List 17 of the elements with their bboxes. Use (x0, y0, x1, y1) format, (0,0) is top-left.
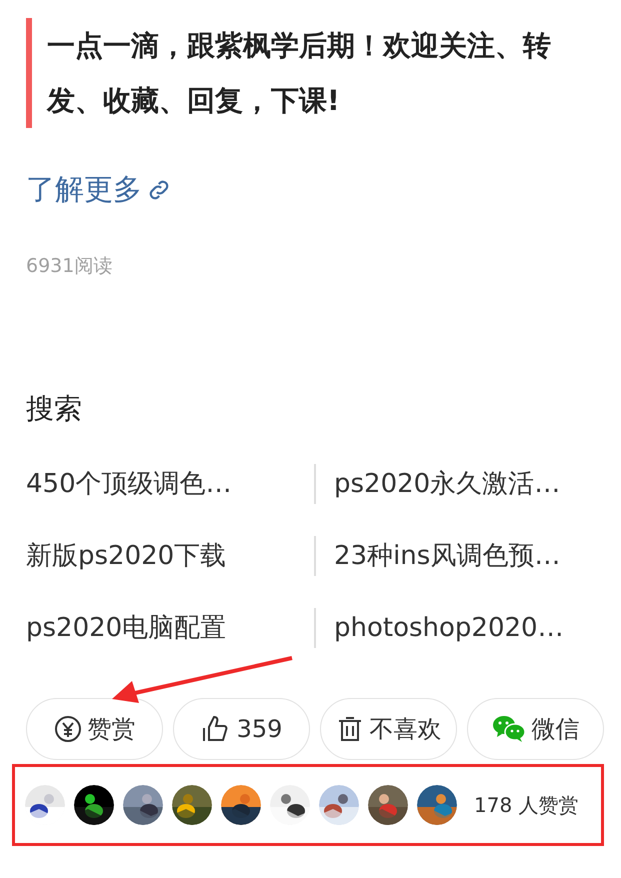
search-suggestion[interactable]: ps2020电脑配置 (26, 613, 226, 643)
search-suggestion[interactable]: 450个顶级调色… (26, 469, 232, 499)
dislike-button[interactable]: 不喜欢 (320, 698, 457, 760)
share-wechat-button[interactable]: 微信 (467, 698, 604, 760)
read-count: 6931阅读 (26, 254, 112, 278)
article-heading: 一点一滴，跟紫枫学后期！欢迎关注、转发、收藏、回复，下课! (26, 18, 596, 128)
yuan-icon (54, 715, 82, 743)
reward-button[interactable]: 赞赏 (26, 698, 163, 760)
search-heading: 搜索 (26, 391, 83, 427)
search-suggestion[interactable]: 23种ins风调色预… (334, 541, 560, 571)
search-suggestion[interactable]: 新版ps2020下载 (26, 541, 226, 571)
more-link[interactable]: 了解更多 (26, 168, 172, 212)
reward-count: 178 人赞赏 (474, 792, 579, 819)
like-button[interactable]: 359 (173, 698, 310, 760)
search-suggestion[interactable]: ps2020永久激活… (334, 469, 560, 499)
wechat-icon (492, 715, 526, 743)
search-suggestion[interactable]: photoshop2020… (334, 613, 564, 643)
